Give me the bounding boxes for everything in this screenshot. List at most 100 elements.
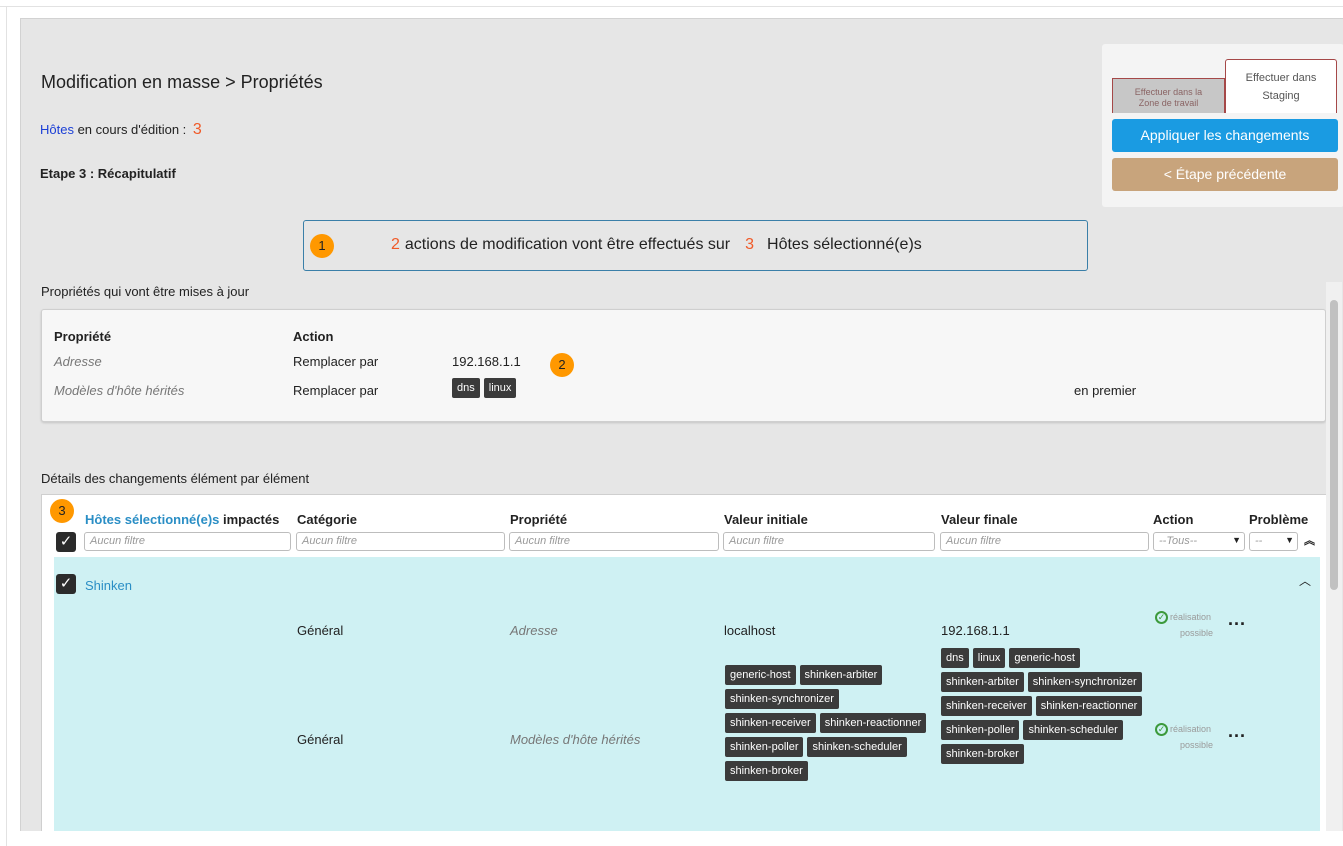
tag: shinken-reactionner	[819, 713, 927, 733]
tag: shinken-poller	[941, 720, 1020, 740]
col-header-hosts[interactable]: Hôtes sélectionné(e)s impactés	[85, 512, 279, 527]
tag: dns	[941, 648, 969, 668]
check-circle-icon: ✓	[1155, 611, 1168, 625]
tag: linux	[972, 648, 1006, 668]
previous-step-button[interactable]: < Étape précédente	[1112, 158, 1338, 191]
action-panel: Effectuer dans la Zone de travail Effect…	[1102, 44, 1343, 207]
summary-text: 2 actions de modification vont être effec…	[391, 236, 922, 254]
row1-status-line2: possible	[1180, 628, 1214, 638]
tag: shinken-synchronizer	[725, 689, 839, 709]
properties-section-label: Propriétés qui vont être mises à jour	[41, 284, 250, 299]
row1-more-icon[interactable]: ...	[1228, 609, 1246, 630]
editing-info: Hôtes en cours d'édition : 3	[40, 121, 202, 139]
main-frame: Modification en masse > Propriétés Hôtes…	[20, 18, 1343, 831]
prop-row1-property: Adresse	[54, 354, 102, 369]
col-header-final[interactable]: Valeur finale	[941, 512, 1018, 527]
row1-status-line1: réalisation	[1170, 612, 1212, 622]
filter-action-value: --Tous--	[1159, 535, 1198, 547]
editing-text: en cours d'édition :	[73, 122, 187, 137]
tag: shinken-scheduler	[807, 737, 907, 757]
filter-problem-select[interactable]: -- ▼	[1249, 532, 1298, 551]
filter-problem-value: --	[1255, 535, 1263, 547]
hosts-link[interactable]: Hôtes	[40, 122, 74, 137]
row1-category: Général	[297, 623, 344, 638]
filter-final[interactable]: Aucun filtre	[940, 532, 1149, 551]
properties-badge: 2	[550, 353, 574, 377]
col-header-action[interactable]: Action	[1153, 512, 1193, 527]
tag: generic-host	[725, 665, 796, 685]
tab-work-line2: Zone de travail	[1138, 98, 1199, 108]
row2-category: Général	[297, 732, 344, 747]
tag: shinken-broker	[725, 761, 808, 781]
prop-row2-action: Remplacer par	[293, 383, 379, 398]
collapse-all-icon[interactable]: ︽	[1304, 532, 1315, 548]
prop-header-action: Action	[293, 329, 334, 344]
summary-action-count: 2	[391, 236, 400, 253]
group-shinken: ✓ Shinken ︿ Général Adresse localhost 19…	[54, 557, 1320, 831]
chevron-down-icon: ▼	[1285, 535, 1294, 545]
filter-property[interactable]: Aucun filtre	[509, 532, 719, 551]
tab-staging-line2: Staging	[1262, 90, 1300, 102]
select-all-checkbox[interactable]: ✓	[56, 532, 76, 552]
group-name[interactable]: Shinken	[85, 578, 132, 593]
tab-work-zone[interactable]: Effectuer dans la Zone de travail	[1112, 78, 1225, 113]
tag: shinken-receiver	[941, 696, 1032, 716]
col-header-initial[interactable]: Valeur initiale	[724, 512, 808, 527]
prop-row1-action: Remplacer par	[293, 354, 379, 369]
row2-status: ✓ réalisation possible	[1155, 721, 1213, 753]
summary-host-count: 3	[745, 236, 755, 253]
chevron-down-icon: ▼	[1232, 535, 1241, 545]
tag: generic-host	[1009, 648, 1080, 668]
apply-changes-button[interactable]: Appliquer les changements	[1112, 119, 1338, 152]
prop-header-property: Propriété	[54, 329, 112, 344]
summary-text1: actions de modification vont être effect…	[404, 236, 731, 253]
prop-row2-position: en premier	[1074, 383, 1137, 398]
tag: shinken-arbiter	[799, 665, 883, 685]
prop-row2-tags: dns linux	[452, 378, 520, 402]
step-title: Etape 3 : Récapitulatif	[40, 166, 176, 181]
row1-property: Adresse	[510, 623, 558, 638]
prop-row1-value: 192.168.1.1	[452, 354, 521, 369]
tag: shinken-synchronizer	[1027, 672, 1142, 692]
scrollbar-thumb[interactable]	[1330, 300, 1338, 590]
filter-action-select[interactable]: --Tous-- ▼	[1153, 532, 1245, 551]
tag: shinken-receiver	[725, 713, 816, 733]
tag: shinken-reactionner	[1035, 696, 1143, 716]
tag: shinken-broker	[941, 744, 1024, 764]
details-badge: 3	[50, 499, 74, 523]
row2-status-line2: possible	[1180, 740, 1214, 750]
properties-card: Propriété Action Adresse Remplacer par 1…	[41, 309, 1326, 422]
filter-category[interactable]: Aucun filtre	[296, 532, 505, 551]
filter-hosts[interactable]: Aucun filtre	[84, 532, 291, 551]
row1-final: 192.168.1.1	[941, 623, 1010, 638]
summary-box: 1 2 actions de modification vont être eff…	[303, 220, 1088, 271]
tag: dns	[452, 378, 480, 398]
filter-initial[interactable]: Aucun filtre	[723, 532, 935, 551]
tag: shinken-scheduler	[1023, 720, 1123, 740]
scrollbar[interactable]	[1326, 282, 1342, 831]
tag: shinken-arbiter	[941, 672, 1024, 692]
row1-status: ✓ réalisation possible	[1155, 609, 1213, 641]
tag: linux	[483, 378, 517, 398]
page-top-border	[0, 6, 1343, 7]
group-checkbox[interactable]: ✓	[56, 574, 76, 594]
tab-staging[interactable]: Effectuer dans Staging	[1225, 59, 1337, 113]
collapse-group-icon[interactable]: ︿	[1299, 572, 1311, 589]
details-table: 3 Hôtes sélectionné(e)s impactés Catégor…	[41, 494, 1336, 831]
row2-status-line1: réalisation	[1170, 724, 1212, 734]
row2-final-tags: dns linux generic-hostshinken-arbiter shink…	[941, 648, 1156, 768]
hosts-header-rest: impactés	[219, 512, 280, 527]
col-header-property[interactable]: Propriété	[510, 512, 567, 527]
col-header-category[interactable]: Catégorie	[297, 512, 357, 527]
hosts-header-link[interactable]: Hôtes sélectionné(e)s	[85, 512, 219, 527]
tab-staging-line1: Effectuer dans	[1245, 72, 1317, 84]
row2-more-icon[interactable]: ...	[1228, 721, 1246, 742]
details-section-label: Détails des changements élément par élém…	[41, 471, 310, 486]
page-left-border	[6, 6, 7, 846]
summary-text2: Hôtes sélectionné(e)s	[767, 236, 922, 253]
page-title: Modification en masse > Propriétés	[41, 72, 323, 92]
row2-initial-tags: generic-host shinken-arbiter shinken-synch…	[725, 665, 935, 785]
tag: shinken-poller	[725, 737, 804, 757]
tab-work-line1: Effectuer dans la	[1134, 87, 1203, 97]
col-header-problem[interactable]: Problème	[1249, 512, 1308, 527]
